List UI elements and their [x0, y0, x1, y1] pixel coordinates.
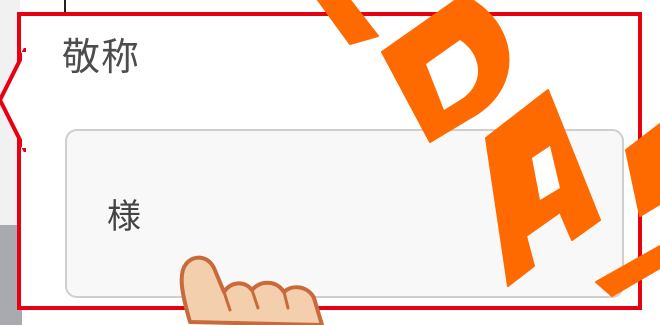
honorific-field-label: 敬称 — [62, 35, 141, 79]
chevron-down-icon — [558, 208, 582, 222]
callout-tail — [0, 48, 26, 152]
honorific-select[interactable]: 様 — [65, 129, 624, 298]
honorific-selected-value: 様 — [107, 197, 141, 237]
